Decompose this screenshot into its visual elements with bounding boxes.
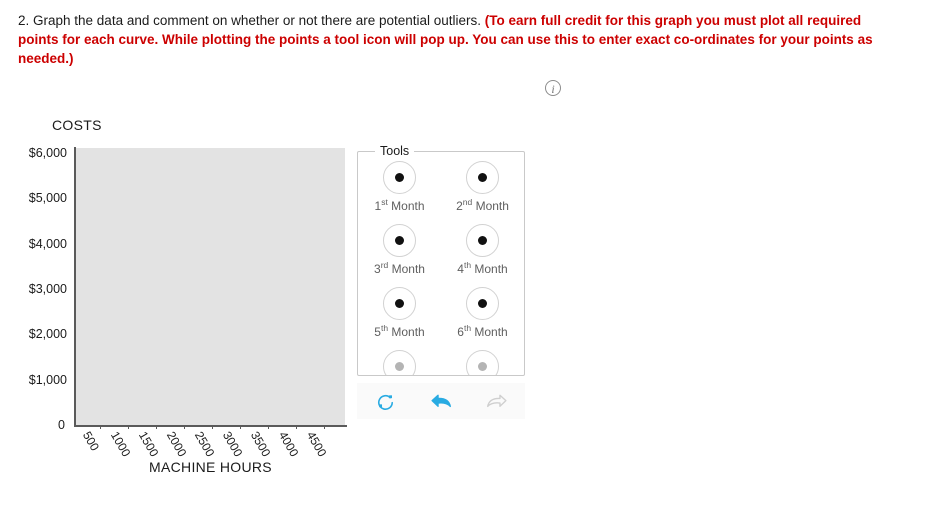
tool-point-4[interactable]: 4th Month <box>441 224 524 287</box>
x-axis-tick-mark <box>211 425 213 429</box>
tool-point-6[interactable]: 6th Month <box>441 287 524 350</box>
x-axis-tick-label: 2500 <box>191 429 218 460</box>
tool-point-3[interactable]: 3rd Month <box>358 224 441 287</box>
x-axis-tick-label: 4500 <box>303 429 330 460</box>
x-axis-tick-mark <box>155 425 157 429</box>
point-marker-icon[interactable] <box>466 350 499 375</box>
point-marker-icon[interactable] <box>383 350 416 375</box>
point-dot-icon <box>478 236 487 245</box>
point-dot-icon <box>395 236 404 245</box>
point-dot-icon <box>395 173 404 182</box>
tool-point-5[interactable]: 5th Month <box>358 287 441 350</box>
y-axis-title: COSTS <box>52 117 102 133</box>
point-dot-icon <box>478 173 487 182</box>
x-axis-tick-label: 2000 <box>163 429 190 460</box>
x-axis-tick-label: 3000 <box>219 429 246 460</box>
y-axis-tick-label: $4,000 <box>28 236 67 251</box>
y-axis-line <box>74 147 76 426</box>
y-axis-tick-label: $6,000 <box>28 146 67 160</box>
x-axis-tick-mark <box>323 425 325 429</box>
tool-point-1[interactable]: 1st Month <box>358 161 441 224</box>
tool-point-7[interactable] <box>358 350 441 375</box>
point-marker-icon[interactable] <box>383 161 416 194</box>
x-axis-tick-label: 1500 <box>135 429 162 460</box>
x-axis-title: MACHINE HOURS <box>149 459 272 475</box>
reset-icon[interactable] <box>368 388 402 414</box>
tool-point-2[interactable]: 2nd Month <box>441 161 524 224</box>
x-axis-tick-mark <box>127 425 129 429</box>
tool-point-label: 1st Month <box>374 197 425 213</box>
point-dot-icon <box>478 299 487 308</box>
point-dot-icon <box>395 299 404 308</box>
point-marker-icon[interactable] <box>383 287 416 320</box>
point-dot-icon <box>478 362 487 371</box>
x-axis-tick-mark <box>99 425 101 429</box>
plot-area-wrapper[interactable]: $6,000 $5,000 $4,000 $3,000 $2,000 $1,000 0 50… <box>29 146 347 459</box>
tool-point-label: 3rd Month <box>374 260 425 276</box>
point-marker-icon[interactable] <box>466 287 499 320</box>
tools-panel-legend: Tools <box>375 144 415 158</box>
y-axis-tick-label: 0 <box>58 418 65 432</box>
x-axis-line <box>74 425 347 427</box>
tool-point-label: 2nd Month <box>456 197 509 213</box>
plot-toolbar <box>357 383 525 419</box>
y-axis-tick-label: $2,000 <box>28 327 67 342</box>
tool-point-label: 6th Month <box>457 323 508 339</box>
y-axis-tick-label: $5,000 <box>28 191 67 206</box>
prompt-lead-text: 2. Graph the data and comment on whether… <box>18 13 482 28</box>
point-marker-icon[interactable] <box>383 224 416 257</box>
question-prompt: 2. Graph the data and comment on whether… <box>18 11 898 68</box>
tool-point-label: 4th Month <box>457 260 508 276</box>
info-icon[interactable]: i <box>545 80 561 96</box>
tool-point-label: 5th Month <box>374 323 425 339</box>
point-marker-icon[interactable] <box>466 224 499 257</box>
x-axis-tick-mark <box>239 425 241 429</box>
x-axis-tick-mark <box>267 425 269 429</box>
x-axis-tick-mark <box>183 425 185 429</box>
plot-canvas[interactable] <box>76 148 345 425</box>
tool-point-8[interactable] <box>441 350 524 375</box>
x-axis-tick-label: 1000 <box>107 429 134 460</box>
point-marker-icon[interactable] <box>466 161 499 194</box>
y-axis-tick-label: $3,000 <box>28 282 67 296</box>
y-axis-tick-label: $1,000 <box>28 372 67 387</box>
redo-icon <box>480 388 514 414</box>
point-dot-icon <box>395 362 404 371</box>
undo-icon[interactable] <box>424 388 458 414</box>
tools-grid: 1st Month 2nd Month 3rd Month 4th Month 5th … <box>358 161 524 375</box>
tools-panel[interactable]: 1st Month 2nd Month 3rd Month 4th Month 5th … <box>357 151 525 376</box>
x-axis-tick-label: 4000 <box>275 429 302 460</box>
x-axis-tick-label: 3500 <box>247 429 274 460</box>
x-axis-tick-label: 500 <box>79 429 102 454</box>
x-axis-tick-mark <box>295 425 297 429</box>
